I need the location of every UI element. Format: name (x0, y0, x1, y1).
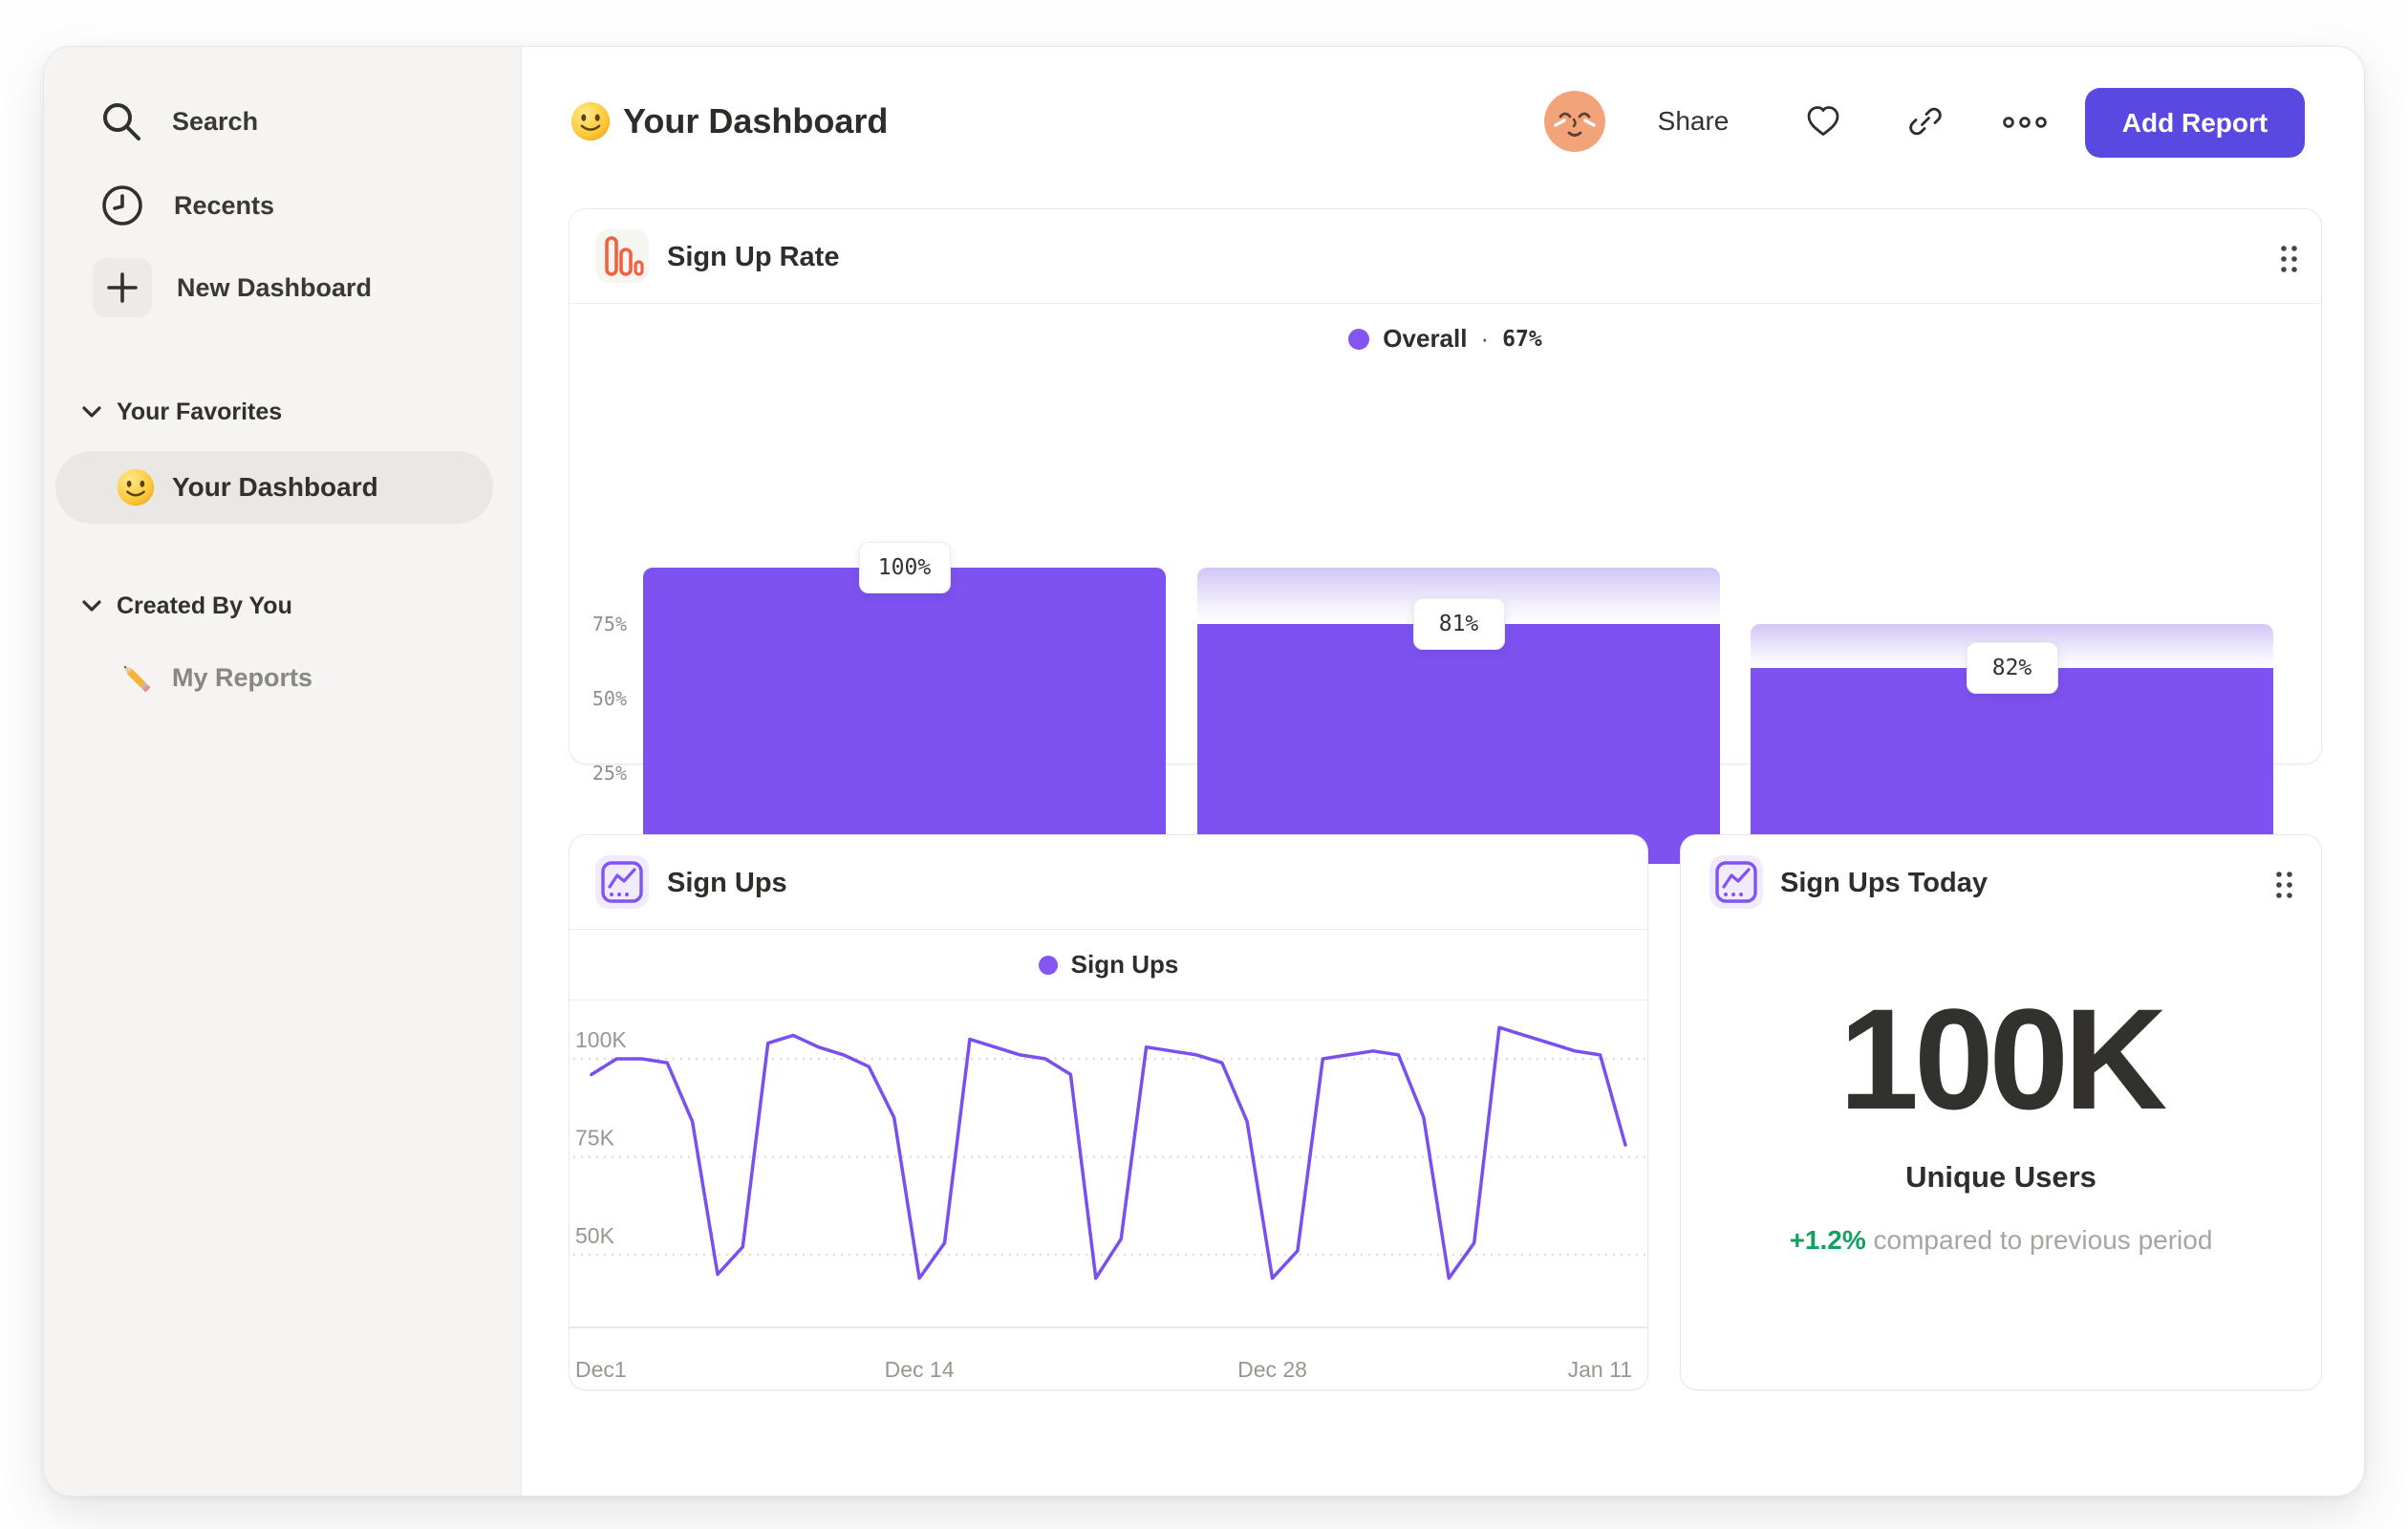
favorites-section-header[interactable]: Your Favorites (82, 398, 282, 426)
funnel-y-tick: 75% (591, 613, 627, 635)
created-section-header[interactable]: Created By You (82, 592, 292, 620)
signups-today-card: Sign Ups Today 100K Unique Users +1.2% c… (1680, 834, 2322, 1390)
sidebar: Search Recents New Dashboard Your Favori… (44, 47, 522, 1496)
sidebar-item-new-dashboard[interactable]: New Dashboard (93, 258, 372, 317)
favorite-heart-icon[interactable] (1805, 104, 1841, 143)
legend-dot (1348, 328, 1370, 350)
sidebar-item-label: Search (172, 106, 259, 136)
funnel-legend[interactable]: Overall · 67% (570, 304, 2321, 374)
delta-value: +1.2% (1789, 1225, 1866, 1255)
plus-icon (93, 258, 152, 317)
line-legend[interactable]: Sign Ups (570, 930, 1647, 1000)
drag-handle-icon[interactable] (2278, 244, 2301, 279)
section-title: Your Favorites (117, 398, 283, 425)
delta-note-text: compared to previous period (1873, 1225, 2213, 1255)
metric-label: Unique Users (1905, 1160, 2096, 1194)
chevron-down-icon (82, 406, 101, 419)
legend-separator: · (1480, 324, 1490, 353)
page-title: Your Dashboard (623, 101, 889, 140)
funnel-chart: 75%50%25%0%100%1Home page81%2Sign Up82%3… (570, 374, 2321, 904)
smiley-emoji (115, 466, 157, 508)
metric-delta: +1.2% compared to previous period (1681, 1225, 2321, 1256)
signups-line-chart: 100K 75K 50K Dec1 Dec 14 Dec 28 Jan 11 (570, 1025, 1649, 1382)
funnel-chart-icon (595, 229, 649, 283)
funnel-bar (643, 568, 1166, 864)
signup-rate-card: Sign Up Rate Overall · 67% 75%50%25%0%10… (569, 208, 2322, 904)
legend-dot (1038, 955, 1058, 975)
clock-icon (99, 183, 145, 228)
bar-value-badge: 81% (1412, 597, 1505, 650)
sidebar-item-label: New Dashboard (177, 272, 373, 302)
signups-card: Sign Ups Sign Ups 100K 75K 50K Dec1 Dec 14 De… (569, 834, 1649, 1390)
y-tick-label: 100K (575, 1027, 627, 1052)
chevron-down-icon (82, 600, 101, 613)
drag-handle-icon[interactable] (2273, 870, 2296, 905)
sidebar-item-my-reports[interactable]: My Reports (115, 657, 312, 699)
x-tick-label: Dec1 (575, 1357, 627, 1382)
sidebar-item-your-dashboard[interactable]: Your Dashboard (55, 451, 493, 524)
sidebar-item-label: Your Dashboard (172, 472, 378, 502)
card-title: Sign Ups (667, 868, 787, 898)
bar-value-badge: 82% (1966, 642, 2058, 695)
sidebar-item-label: Recents (174, 190, 275, 220)
more-options-icon[interactable] (2002, 115, 2048, 135)
legend-name: Sign Ups (1070, 950, 1179, 979)
funnel-bar (1197, 623, 1720, 864)
pencil-emoji (115, 657, 157, 699)
main-content: Your Dashboard Share Add Report Sign Up … (522, 47, 2364, 1496)
search-icon (97, 97, 145, 145)
y-tick-label: 50K (575, 1223, 615, 1248)
funnel-y-tick: 25% (591, 762, 627, 785)
delta-note: compared to previous period (1874, 1225, 2213, 1255)
y-tick-label: 75K (575, 1126, 615, 1151)
sidebar-item-search[interactable]: Search (97, 97, 258, 145)
legend-value: 67% (1502, 326, 1542, 352)
x-tick-label: Jan 11 (1568, 1357, 1632, 1382)
bar-value-badge: 100% (858, 542, 951, 593)
insights-icon (1709, 855, 1763, 909)
sidebar-item-label: My Reports (172, 662, 313, 692)
copy-link-icon[interactable] (1908, 104, 1943, 143)
signups-line-series (590, 1025, 1627, 1281)
legend-name: Overall (1383, 324, 1468, 353)
line-chart-icon (595, 855, 649, 909)
card-title: Sign Ups Today (1780, 868, 1988, 898)
dashboard-emoji (569, 99, 613, 143)
section-title: Created By You (117, 592, 292, 619)
sidebar-item-recents[interactable]: Recents (99, 183, 274, 228)
app-window: Search Recents New Dashboard Your Favori… (43, 46, 2365, 1497)
x-tick-label: Dec 14 (885, 1357, 955, 1382)
share-button[interactable]: Share (1647, 106, 1739, 137)
add-report-button[interactable]: Add Report (2085, 88, 2305, 158)
card-title: Sign Up Rate (667, 242, 840, 272)
metric-value: 100K (1838, 979, 2168, 1139)
user-avatar[interactable] (1544, 91, 1605, 152)
x-tick-label: Dec 28 (1237, 1357, 1307, 1382)
funnel-y-tick: 50% (591, 687, 627, 710)
